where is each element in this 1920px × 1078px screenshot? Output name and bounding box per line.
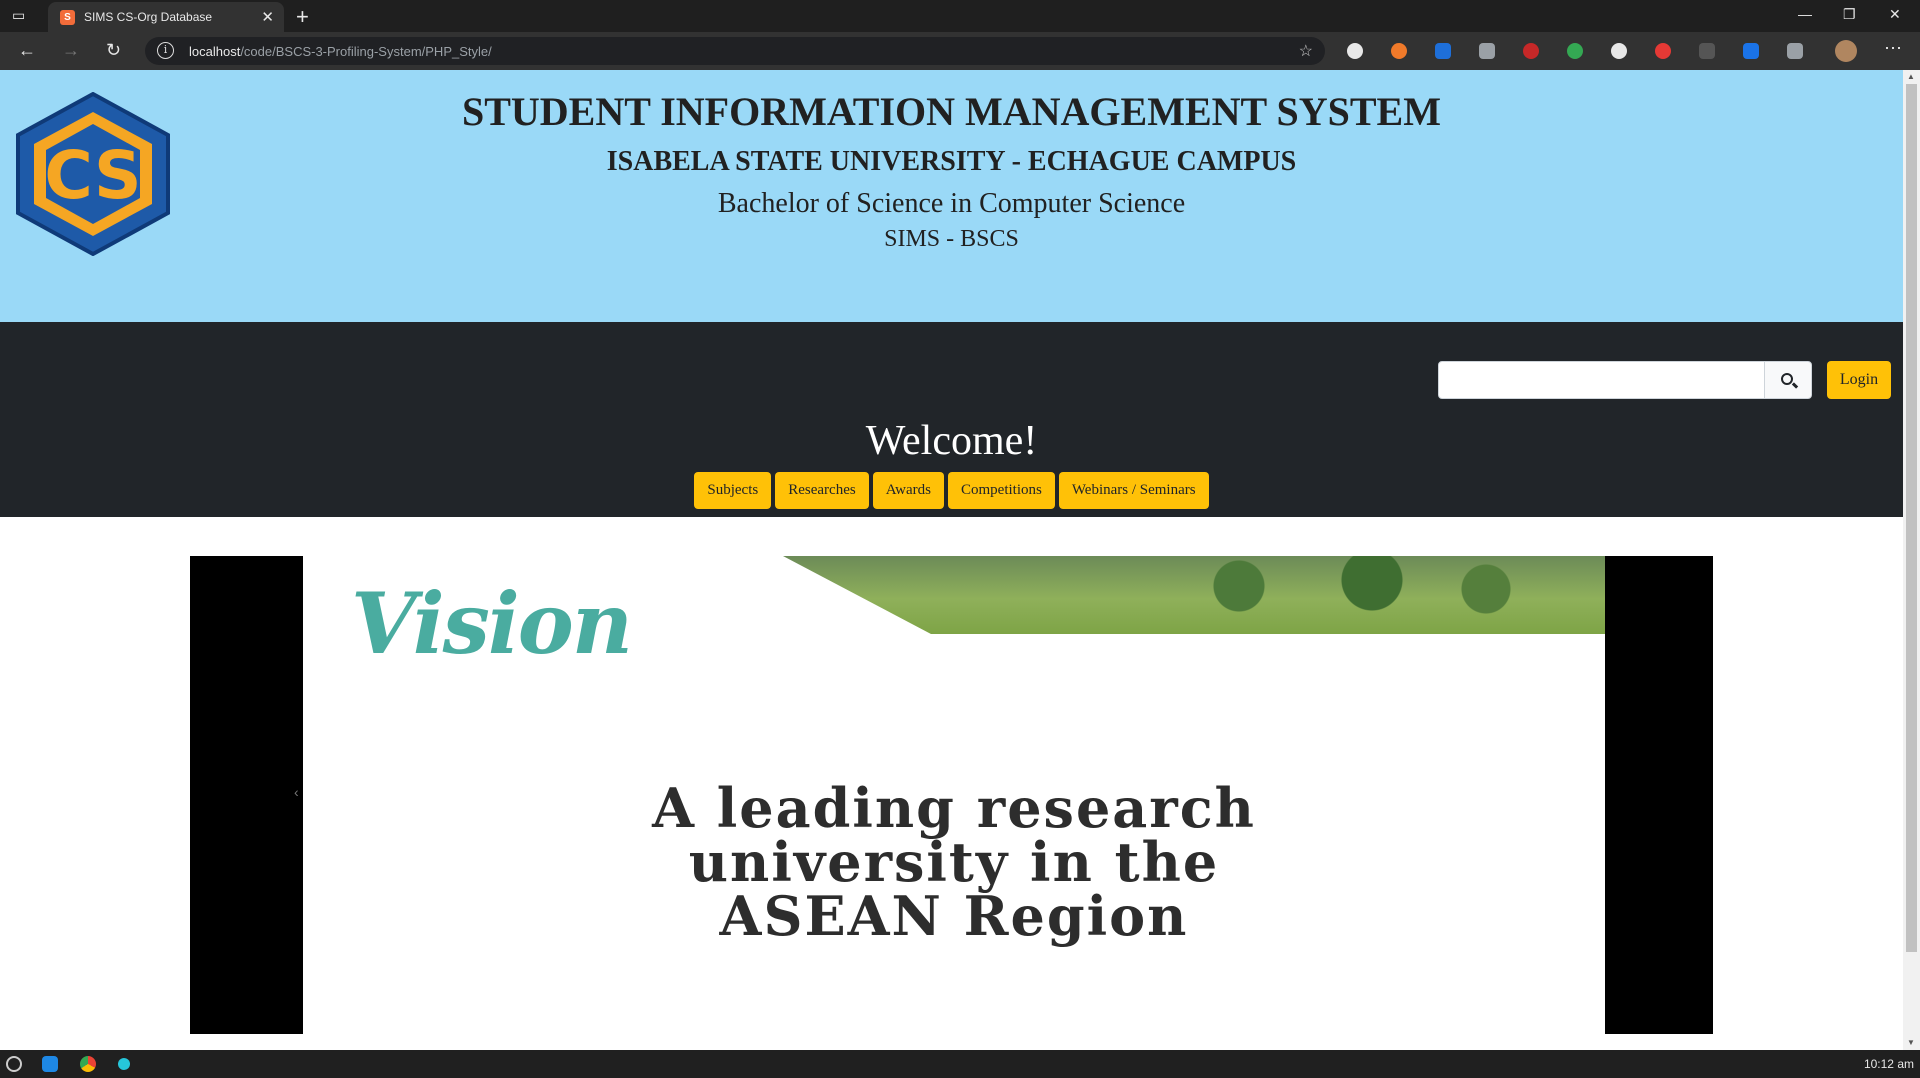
taskbar-clock: 10:12 am bbox=[1863, 1057, 1914, 1071]
close-window-icon[interactable]: ✕ bbox=[1889, 6, 1901, 23]
app-icon[interactable] bbox=[118, 1058, 130, 1070]
profile-avatar[interactable] bbox=[1835, 40, 1857, 62]
scroll-up-icon[interactable]: ▲ bbox=[1907, 72, 1915, 81]
carousel-prev-icon[interactable]: ‹ bbox=[294, 784, 299, 800]
reload-icon[interactable]: ↻ bbox=[106, 40, 121, 61]
os-taskbar: 10:12 am bbox=[0, 1050, 1920, 1078]
subjects-button[interactable]: Subjects bbox=[694, 472, 772, 509]
system-abbreviation: SIMS - BSCS bbox=[884, 226, 1019, 252]
tab-title: SIMS CS-Org Database bbox=[84, 10, 213, 24]
page-scrollbar[interactable]: ▲ ▼ bbox=[1903, 70, 1920, 1050]
slide-heading: Vision bbox=[351, 574, 633, 673]
university-name: ISABELA STATE UNIVERSITY - ECHAGUE CAMPU… bbox=[606, 146, 1297, 177]
more-menu-icon[interactable]: ⋯ bbox=[1884, 38, 1902, 59]
scroll-down-icon[interactable]: ▼ bbox=[1907, 1038, 1915, 1047]
awards-button[interactable]: Awards bbox=[872, 472, 944, 509]
extension-icon[interactable] bbox=[1567, 43, 1583, 59]
back-icon[interactable]: ← bbox=[18, 40, 36, 61]
page-title: STUDENT INFORMATION MANAGEMENT SYSTEM bbox=[461, 89, 1441, 134]
site-favicon-icon: S bbox=[60, 10, 75, 25]
carousel-slide: Vision A leading research university in … bbox=[303, 556, 1605, 1034]
new-tab-icon[interactable]: + bbox=[296, 4, 309, 30]
researches-button[interactable]: Researches bbox=[775, 472, 869, 509]
extension-icon[interactable] bbox=[1743, 43, 1759, 59]
login-button[interactable]: Login bbox=[1827, 361, 1891, 399]
browser-tab[interactable]: S SIMS CS-Org Database ✕ bbox=[48, 2, 284, 32]
scrollbar-thumb[interactable] bbox=[1906, 84, 1917, 952]
extension-icon[interactable] bbox=[1655, 43, 1671, 59]
extension-icon[interactable] bbox=[1699, 43, 1715, 59]
chrome-icon[interactable] bbox=[80, 1056, 96, 1072]
extension-icon[interactable] bbox=[1435, 43, 1451, 59]
extensions-puzzle-icon[interactable] bbox=[1787, 43, 1803, 59]
navbar: Login Welcome! Subjects Researches Award… bbox=[0, 322, 1903, 517]
restore-icon[interactable]: ❐ bbox=[1843, 6, 1856, 23]
settings-gear-icon[interactable] bbox=[1611, 43, 1627, 59]
welcome-heading: Welcome! bbox=[865, 418, 1038, 464]
tab-actions-icon[interactable]: ▭ bbox=[12, 7, 30, 25]
favorite-star-icon[interactable]: ☆ bbox=[1299, 41, 1313, 61]
search-button[interactable] bbox=[1764, 361, 1812, 399]
site-header: CS STUDENT INFORMATION MANAGEMENT SYSTEM… bbox=[0, 70, 1903, 322]
browser-tabbar: ▭ S SIMS CS-Org Database ✕ + — ❐ ✕ bbox=[0, 0, 1920, 32]
extension-icon[interactable] bbox=[1391, 43, 1407, 59]
extension-icon[interactable] bbox=[1347, 43, 1363, 59]
close-tab-icon[interactable]: ✕ bbox=[261, 8, 274, 26]
category-menu: Subjects Researches Awards Competitions … bbox=[0, 472, 1903, 509]
site-info-icon[interactable]: i bbox=[157, 42, 174, 59]
edge-browser-icon[interactable] bbox=[42, 1056, 58, 1072]
start-icon[interactable] bbox=[6, 1056, 22, 1072]
page-viewport: CS STUDENT INFORMATION MANAGEMENT SYSTEM… bbox=[0, 70, 1903, 1050]
image-carousel: Vision A leading research university in … bbox=[190, 556, 1713, 1034]
competitions-button[interactable]: Competitions bbox=[947, 472, 1055, 509]
extension-icon[interactable] bbox=[1479, 43, 1495, 59]
forward-icon[interactable]: → bbox=[62, 40, 80, 61]
search-input[interactable] bbox=[1438, 361, 1766, 399]
address-bar[interactable]: i localhost/code/BSCS-3-Profiling-System… bbox=[145, 37, 1325, 65]
minimize-icon[interactable]: — bbox=[1798, 6, 1812, 22]
webinars-seminars-button[interactable]: Webinars / Seminars bbox=[1058, 472, 1209, 509]
slide-text: A leading research university in the ASE… bbox=[652, 776, 1256, 948]
url-text: localhost/code/BSCS-3-Profiling-System/P… bbox=[189, 44, 492, 59]
extension-icon[interactable] bbox=[1523, 43, 1539, 59]
course-name: Bachelor of Science in Computer Science bbox=[717, 188, 1186, 219]
browser-toolbar: ← → ↻ i localhost/code/BSCS-3-Profiling-… bbox=[0, 32, 1920, 70]
